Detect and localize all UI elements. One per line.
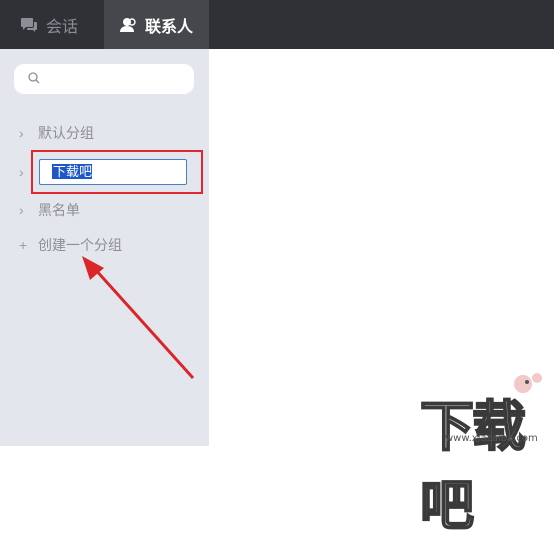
watermark-url: www.xiazaiba.com xyxy=(445,433,538,444)
watermark-text: 下载吧 xyxy=(419,394,527,538)
